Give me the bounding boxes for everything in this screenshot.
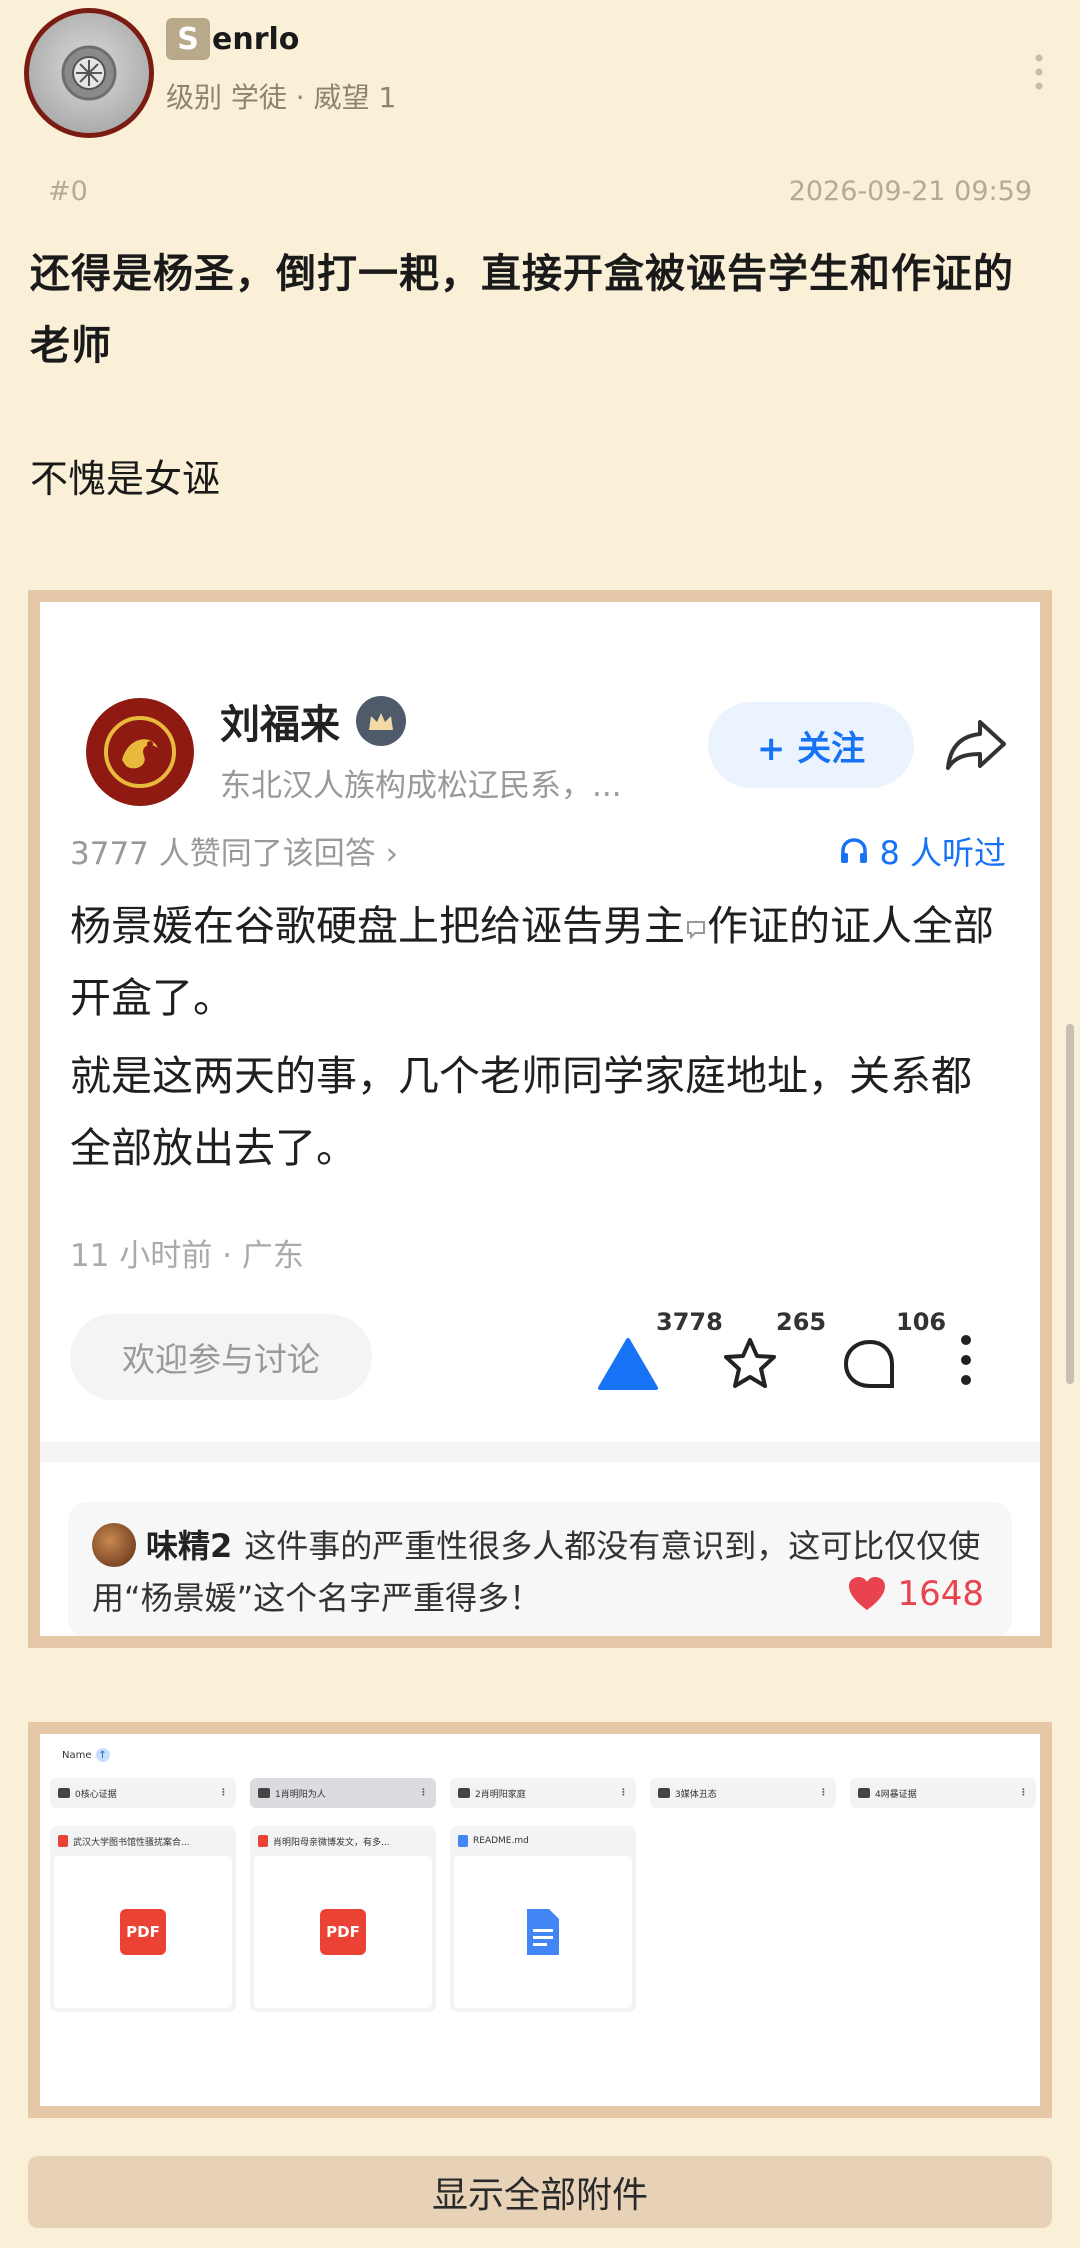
folder-menu-icon: ⋮: [819, 1788, 828, 1798]
post-body: 不愧是女诬: [30, 457, 221, 501]
comment-count: 106: [896, 1308, 947, 1336]
file-card: 武汉大学图书馆性骚扰案合... PDF: [50, 1826, 236, 2012]
show-all-attachments-button[interactable]: 显示全部附件: [28, 2156, 1052, 2228]
folder-item: 3媒体丑态 ⋮: [650, 1778, 836, 1808]
folder-icon: [258, 1788, 270, 1798]
folder-item: 0核心证据 ⋮: [50, 1778, 236, 1808]
hot-comment-likes[interactable]: 1648: [847, 1568, 984, 1620]
floor-number: #0: [48, 176, 88, 207]
folder-name: 0核心证据: [75, 1789, 117, 1800]
answer-meta: 11 小时前 · 广东: [70, 1238, 304, 1274]
upvote-triangle-icon: [598, 1338, 658, 1390]
folder-icon: [658, 1788, 670, 1798]
file-card-title: README.md: [450, 1826, 636, 1856]
pdf-icon: PDF: [120, 1909, 166, 1955]
comments-button[interactable]: 106: [840, 1308, 946, 1400]
file-name: 武汉大学图书馆性骚扰案合...: [73, 1837, 190, 1848]
folder-icon: [458, 1788, 470, 1798]
folder-icon: [858, 1788, 870, 1798]
hot-comment[interactable]: 味精2 这件事的严重性很多人都没有意识到，这可比仅仅使用“杨景媛”这个名字严重得多…: [68, 1502, 1012, 1636]
comment-icon: [843, 1339, 894, 1388]
folder-item: 1肖明阳为人 ⋮: [250, 1778, 436, 1808]
more-actions-icon[interactable]: [958, 1332, 974, 1388]
file-card-title: 武汉大学图书馆性骚扰案合...: [50, 1826, 236, 1856]
file-preview: PDF: [54, 1856, 232, 2008]
favorite-count: 265: [776, 1308, 827, 1336]
username[interactable]: S enrlo: [166, 18, 299, 60]
follow-button[interactable]: + 关注: [708, 702, 914, 788]
file-card-title: 肖明阳母亲微博发文，有多...: [250, 1826, 436, 1856]
file-name: 肖明阳母亲微博发文，有多...: [273, 1837, 390, 1848]
more-options-icon[interactable]: [1034, 52, 1044, 92]
post-title: 还得是杨圣，倒打一耙，直接开盒被诬告学生和作证的老师: [30, 251, 1014, 369]
headphones-icon: [841, 838, 868, 863]
scrollbar[interactable]: [1066, 1024, 1074, 1384]
doc-file-icon: [458, 1835, 468, 1847]
user-level: 级别 学徒 · 威望 1: [166, 81, 397, 114]
pdf-file-icon: [58, 1835, 68, 1847]
author-name: 刘福来: [220, 702, 340, 748]
star-icon: [724, 1338, 776, 1388]
folder-icon: [58, 1788, 70, 1798]
listen-text: 8 人听过: [879, 834, 1006, 872]
user-avatar[interactable]: [24, 8, 154, 138]
section-divider: [40, 1442, 1040, 1462]
folder-menu-icon: ⋮: [1019, 1788, 1028, 1798]
dragon-emblem-icon: [104, 716, 176, 788]
crown-badge-icon: [356, 696, 406, 746]
answer-paragraph-2: 就是这两天的事，几个老师同学家庭地址，关系都全部放出去了。: [70, 1052, 972, 1172]
upvote-count: 3778: [656, 1308, 723, 1336]
folder-name: 3媒体丑态: [675, 1789, 717, 1800]
pdf-file-icon: [258, 1835, 268, 1847]
attachment-image-1[interactable]: 刘福来 东北汉人族构成松辽民系，... + 关注 3777 人赞同了该回答 › …: [28, 590, 1052, 1648]
commenter-name: 味精2: [146, 1527, 233, 1565]
author-avatar: [86, 698, 194, 806]
drive-screenshot: Name ↑ 0核心证据 ⋮ 1肖明阳为人 ⋮ 2肖明阳家庭 ⋮ 3媒体丑态 ⋮…: [40, 1734, 1040, 2106]
folder-item: 4网暴证据 ⋮: [850, 1778, 1036, 1808]
agree-count[interactable]: 3777 人赞同了该回答 ›: [70, 828, 398, 873]
heart-icon: [849, 1577, 886, 1610]
answer-content: 杨景媛在谷歌硬盘上把给诬告男主 作证的证人全部开盒了。 就是这两天的事，几个老师同…: [70, 890, 1010, 1190]
document-icon: [527, 1909, 559, 1955]
folder-name: 2肖明阳家庭: [475, 1789, 526, 1800]
comment-bubble-icon: [687, 921, 705, 940]
helmet-icon: [61, 45, 117, 101]
folder-name: 1肖明阳为人: [275, 1789, 326, 1800]
zhihu-screenshot: 刘福来 东北汉人族构成松辽民系，... + 关注 3777 人赞同了该回答 › …: [40, 602, 1040, 1636]
favorite-button[interactable]: 265: [720, 1308, 826, 1400]
folder-item: 2肖明阳家庭 ⋮: [450, 1778, 636, 1808]
sort-arrow-icon: ↑: [95, 1748, 110, 1762]
username-initial-badge: S: [166, 18, 210, 60]
commenter-avatar: [92, 1523, 136, 1567]
likes-count: 1648: [897, 1574, 984, 1614]
share-icon[interactable]: [942, 714, 1010, 774]
attachment-image-2[interactable]: Name ↑ 0核心证据 ⋮ 1肖明阳为人 ⋮ 2肖明阳家庭 ⋮ 3媒体丑态 ⋮…: [28, 1722, 1052, 2118]
listen-count[interactable]: 8 人听过: [839, 828, 1006, 874]
file-card: 肖明阳母亲微博发文，有多... PDF: [250, 1826, 436, 2012]
username-text: enrlo: [212, 21, 300, 57]
upvote-button[interactable]: 3778: [596, 1308, 723, 1400]
author-name-row: 刘福来: [220, 692, 406, 750]
answer-paragraph-1: 杨景媛在谷歌硬盘上把给诬告男主 作证的证人全部开盒了。: [70, 890, 1010, 1034]
answer-paragraph-1-start: 杨景媛在谷歌硬盘上把给诬告男主: [70, 902, 685, 950]
folder-menu-icon: ⋮: [619, 1788, 628, 1798]
folder-name: 4网暴证据: [875, 1789, 917, 1800]
file-name: README.md: [473, 1836, 529, 1846]
folder-menu-icon: ⋮: [219, 1788, 228, 1798]
file-preview: [454, 1856, 632, 2008]
pdf-icon: PDF: [320, 1909, 366, 1955]
file-preview: PDF: [254, 1856, 432, 2008]
column-header-label: Name: [62, 1749, 92, 1761]
avatar-image: [29, 13, 149, 133]
author-bio: 东北汉人族构成松辽民系，...: [220, 768, 622, 804]
file-card: README.md: [450, 1826, 636, 2012]
comment-input[interactable]: 欢迎参与讨论: [70, 1314, 372, 1400]
folder-menu-icon: ⋮: [419, 1788, 428, 1798]
column-header: Name ↑: [62, 1748, 110, 1762]
post-timestamp: 2026-09-21 09:59: [788, 176, 1032, 207]
